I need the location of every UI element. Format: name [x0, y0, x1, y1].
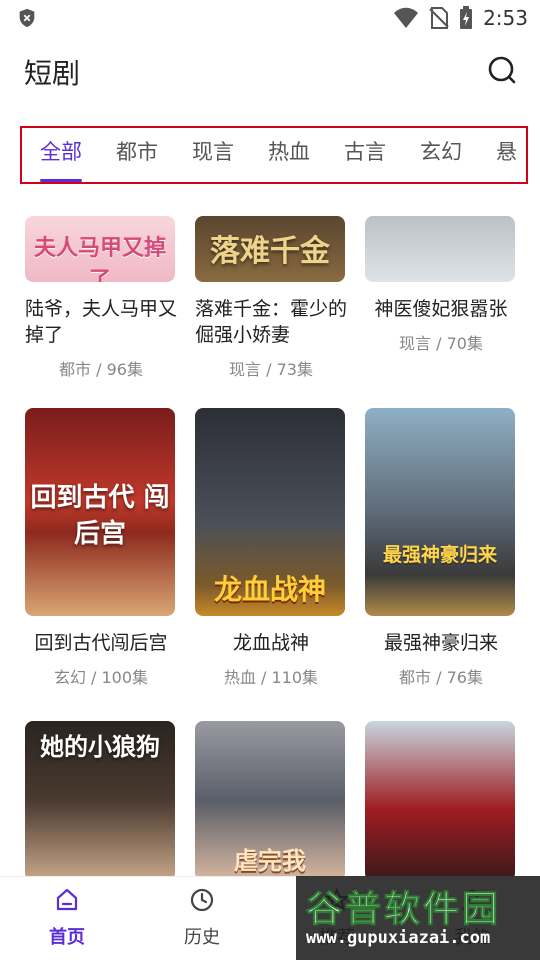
status-time: 2:53 [483, 6, 528, 30]
drama-card[interactable]: 回到古代 闯后宫 回到古代闯后宫 玄幻 / 100集 [25, 408, 177, 688]
poster-image: 龙血战神 [195, 408, 345, 616]
poster-image: 她的小狼狗 [25, 721, 175, 876]
nav-history-label: 历史 [184, 927, 220, 948]
poster-title: 虐完我 [234, 847, 306, 875]
status-bar: 2:53 [0, 0, 540, 36]
card-title: 落难千金：霍少的倔强小娇妻 [195, 298, 348, 346]
drama-card[interactable]: 最强神豪归来 最强神豪归来 都市 / 76集 [365, 408, 517, 688]
battery-charging-icon [460, 6, 473, 29]
poster-image: 落难千金 [195, 216, 345, 282]
card-title: 回到古代闯后宫 [34, 632, 168, 654]
poster-image [365, 216, 515, 282]
poster-title: 落难千金 [210, 234, 330, 269]
nav-history[interactable]: 历史 [162, 887, 242, 949]
card-meta: 现言 / 70集 [399, 334, 483, 353]
app-header: 短剧 [0, 40, 540, 100]
tab-all[interactable]: 全部 [40, 138, 82, 182]
card-title: 最强神豪归来 [383, 632, 498, 654]
tab-action[interactable]: 热血 [268, 138, 310, 178]
tab-urban[interactable]: 都市 [116, 138, 158, 178]
poster-title: 夫人马甲又掉了 [33, 236, 166, 282]
drama-card[interactable]: 神医傻妃狠嚣张 现言 / 70集 [365, 216, 517, 354]
no-sim-icon [429, 7, 449, 29]
drama-card[interactable]: 虐完我 [195, 721, 347, 876]
nav-home[interactable]: 首页 [27, 887, 107, 949]
card-title: 陆爷，夫人马甲又掉了 [25, 298, 178, 346]
watermark-name: 谷普软件园 [305, 889, 502, 931]
tab-period-romance[interactable]: 古言 [344, 138, 386, 178]
poster-image: 最强神豪归来 [365, 408, 515, 616]
tab-suspense[interactable]: 悬 [496, 138, 517, 178]
drama-card[interactable]: 夫人马甲又掉了 陆爷，夫人马甲又掉了 都市 / 96集 [25, 216, 177, 380]
clock-icon [190, 888, 214, 912]
poster-image: 虐完我 [195, 721, 345, 876]
tab-fantasy[interactable]: 玄幻 [420, 138, 462, 178]
card-meta: 玄幻 / 100集 [53, 668, 149, 687]
poster-title: 回到古代 闯后宫 [30, 483, 170, 549]
page-title: 短剧 [24, 57, 81, 90]
drama-card[interactable] [365, 721, 517, 876]
nav-home-label: 首页 [49, 927, 85, 948]
search-icon [488, 56, 516, 84]
card-meta: 热血 / 110集 [223, 668, 319, 687]
category-tabs: 全部 都市 现言 热血 古言 玄幻 悬 [20, 126, 528, 184]
tab-modern-romance[interactable]: 现言 [192, 138, 234, 178]
drama-grid: 夫人马甲又掉了 陆爷，夫人马甲又掉了 都市 / 96集 落难千金 落难千金：霍少… [0, 216, 540, 876]
card-title: 龙血战神 [232, 632, 309, 654]
card-title: 神医傻妃狠嚣张 [374, 298, 508, 320]
card-meta: 都市 / 96集 [59, 360, 143, 379]
card-meta: 都市 / 76集 [399, 668, 483, 687]
home-icon [56, 888, 78, 911]
poster-title: 最强神豪归来 [382, 544, 497, 566]
poster-image [365, 721, 515, 876]
card-meta: 现言 / 73集 [229, 360, 313, 379]
poster-image: 夫人马甲又掉了 [25, 216, 175, 282]
poster-image: 回到古代 闯后宫 [25, 408, 175, 616]
poster-title: 她的小狼狗 [40, 733, 160, 761]
watermark-url: www.gupuxiazai.com [306, 928, 491, 948]
watermark: 谷普软件园 www.gupuxiazai.com [296, 876, 540, 960]
drama-card[interactable]: 落难千金 落难千金：霍少的倔强小娇妻 现言 / 73集 [195, 216, 347, 380]
wifi-icon [394, 7, 419, 28]
shield-icon [19, 8, 35, 28]
drama-card[interactable]: 龙血战神 龙血战神 热血 / 110集 [195, 408, 347, 688]
poster-title: 龙血战神 [213, 573, 326, 606]
search-button[interactable] [484, 52, 520, 88]
drama-card[interactable]: 她的小狼狗 [25, 721, 177, 876]
